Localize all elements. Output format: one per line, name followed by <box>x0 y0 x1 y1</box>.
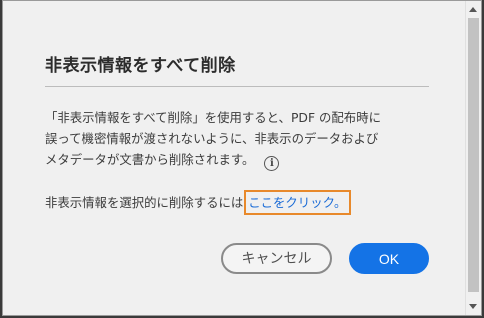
description-line-last: メタデータが文書から削除されます。 i <box>45 149 437 171</box>
ok-button[interactable]: OK <box>349 243 429 274</box>
scroll-thumb[interactable] <box>468 18 479 292</box>
description-line: 誤って機密情報が渡されないように、非表示のデータおよび <box>45 131 379 146</box>
dialog-title: 非表示情報をすべて削除 <box>45 56 236 76</box>
click-here-link[interactable]: ここをクリック。 <box>244 190 352 215</box>
description-line: 「非表示情報をすべて削除」を使用すると、PDF の配布時に <box>45 110 381 125</box>
description-line-text: メタデータが文書から削除されます。 <box>45 152 255 167</box>
dialog-content: 非表示情報をすべて削除 「非表示情報をすべて削除」を使用すると、PDF の配布時… <box>3 1 469 317</box>
selective-remove-text: 非表示情報を選択的に削除するには <box>45 195 244 210</box>
cancel-button[interactable]: キャンセル <box>221 243 332 274</box>
info-icon[interactable]: i <box>264 156 280 171</box>
title-divider <box>45 86 429 87</box>
selective-remove-row: 非表示情報を選択的に削除するには ここをクリック。 <box>45 190 352 215</box>
scroll-down-arrow-icon[interactable] <box>469 304 477 309</box>
scroll-up-arrow-icon[interactable] <box>469 7 477 12</box>
remove-hidden-info-dialog: 非表示情報をすべて削除 「非表示情報をすべて削除」を使用すると、PDF の配布時… <box>2 0 482 316</box>
vertical-scrollbar[interactable] <box>465 1 481 315</box>
dialog-description: 「非表示情報をすべて削除」を使用すると、PDF の配布時に 誤って機密情報が渡さ… <box>45 107 437 171</box>
